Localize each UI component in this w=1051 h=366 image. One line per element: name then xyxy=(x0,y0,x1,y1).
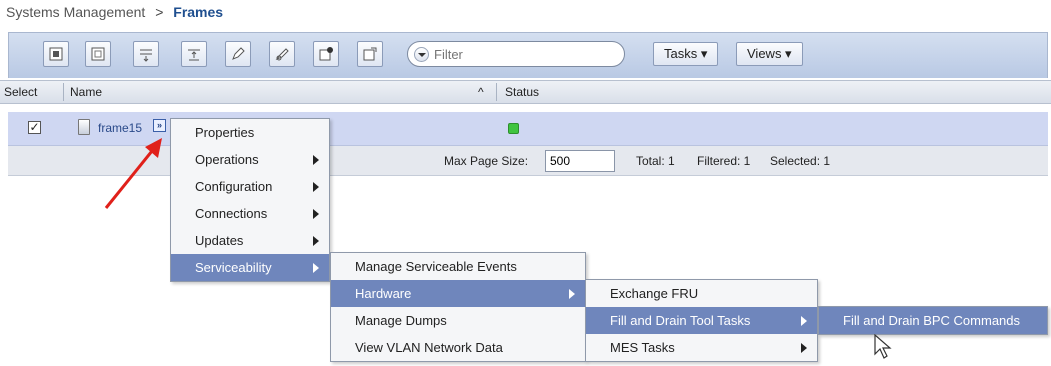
column-divider xyxy=(496,83,497,101)
select-all-icon xyxy=(49,47,63,61)
total-count: Total: 1 xyxy=(636,154,675,168)
menu-item-label: View VLAN Network Data xyxy=(355,340,503,355)
frame-icon xyxy=(78,119,90,135)
menu-item-label: Properties xyxy=(195,125,255,140)
submenu-arrow-icon xyxy=(313,236,319,246)
submenu-arrow-icon xyxy=(569,289,575,299)
context-menu: Properties Operations Configuration Conn… xyxy=(170,118,330,282)
tasks-button[interactable]: Tasks ▾ xyxy=(653,42,719,66)
fill-drain-submenu: Fill and Drain BPC Commands xyxy=(818,306,1048,335)
submenu-arrow-icon xyxy=(801,316,807,326)
clear-button[interactable] xyxy=(269,41,295,67)
filter-settings-icon xyxy=(363,47,377,61)
table-toolbar: Tasks ▾ Views ▾ xyxy=(8,32,1048,78)
header-name[interactable]: Name xyxy=(70,81,102,103)
header-status[interactable]: Status xyxy=(505,81,539,103)
menu-item-hardware[interactable]: Hardware xyxy=(331,280,585,307)
submenu-arrow-icon xyxy=(313,263,319,273)
menu-item-connections[interactable]: Connections xyxy=(171,200,329,227)
column-divider xyxy=(63,83,64,101)
hardware-submenu: Exchange FRU Fill and Drain Tool Tasks M… xyxy=(585,279,818,362)
menu-item-label: Connections xyxy=(195,206,268,221)
sort-indicator-icon[interactable]: ^ xyxy=(478,81,484,103)
collapse-button[interactable] xyxy=(181,41,207,67)
edit-button[interactable] xyxy=(225,41,251,67)
deselect-all-button[interactable] xyxy=(85,41,111,67)
menu-item-configuration[interactable]: Configuration xyxy=(171,173,329,200)
edit-icon xyxy=(232,47,245,60)
filtered-count: Filtered: 1 xyxy=(697,154,751,168)
context-menu-button[interactable]: » xyxy=(153,119,166,132)
menu-item-properties[interactable]: Properties xyxy=(171,119,329,146)
max-page-size-input[interactable] xyxy=(545,150,615,172)
menu-item-label: Hardware xyxy=(355,286,412,301)
submenu-arrow-icon xyxy=(313,155,319,165)
menu-item-label: Configuration xyxy=(195,179,273,194)
breadcrumb-parent[interactable]: Systems Management xyxy=(6,4,145,20)
row-select-checkbox[interactable]: ✓ xyxy=(28,121,41,134)
menu-item-exchange-fru[interactable]: Exchange FRU xyxy=(586,280,817,307)
frame-name-link[interactable]: frame15 xyxy=(98,121,142,135)
expand-button[interactable] xyxy=(133,41,159,67)
filter-box xyxy=(407,41,625,67)
selected-count: Selected: 1 xyxy=(770,154,831,168)
menu-item-serviceability[interactable]: Serviceability xyxy=(171,254,329,281)
filter-settings-button[interactable] xyxy=(357,41,383,67)
submenu-arrow-icon xyxy=(313,182,319,192)
expand-icon xyxy=(140,49,152,62)
menu-item-label: Manage Dumps xyxy=(355,313,447,328)
menu-item-label: Exchange FRU xyxy=(610,286,699,301)
menu-item-mes-tasks[interactable]: MES Tasks xyxy=(586,334,817,361)
config-button[interactable] xyxy=(313,41,339,67)
submenu-arrow-icon xyxy=(313,209,319,219)
menu-item-manage-dumps[interactable]: Manage Dumps xyxy=(331,307,585,334)
views-button[interactable]: Views ▾ xyxy=(736,42,803,66)
filter-input[interactable] xyxy=(434,46,614,63)
table-header: Select Name ^ Status xyxy=(0,80,1051,104)
serviceability-submenu: Manage Serviceable Events Hardware Manag… xyxy=(330,252,586,362)
menu-item-label: Updates xyxy=(195,233,244,248)
annotation-arrow-icon xyxy=(104,138,162,209)
mouse-cursor-icon xyxy=(874,334,892,359)
menu-item-view-vlan-network-data[interactable]: View VLAN Network Data xyxy=(331,334,585,361)
menu-item-manage-serviceable-events[interactable]: Manage Serviceable Events xyxy=(331,253,585,280)
collapse-icon xyxy=(188,49,200,61)
max-page-size-label: Max Page Size: xyxy=(444,154,529,168)
menu-item-label: Fill and Drain Tool Tasks xyxy=(610,313,751,328)
menu-item-operations[interactable]: Operations xyxy=(171,146,329,173)
deselect-all-icon xyxy=(91,47,105,61)
select-all-button[interactable] xyxy=(43,41,69,67)
menu-item-fill-and-drain-bpc-commands[interactable]: Fill and Drain BPC Commands xyxy=(819,307,1047,334)
breadcrumb: Systems Management > Frames xyxy=(6,4,223,20)
filter-dropdown-icon[interactable] xyxy=(414,47,429,62)
breadcrumb-current: Frames xyxy=(173,4,224,20)
menu-item-fill-and-drain-tool-tasks[interactable]: Fill and Drain Tool Tasks xyxy=(586,307,817,334)
header-select[interactable]: Select xyxy=(4,81,37,103)
menu-item-label: Serviceability xyxy=(195,260,272,275)
config-icon xyxy=(319,47,333,61)
menu-item-label: Fill and Drain BPC Commands xyxy=(843,313,1021,328)
menu-item-updates[interactable]: Updates xyxy=(171,227,329,254)
menu-item-label: MES Tasks xyxy=(610,340,675,355)
menu-item-label: Operations xyxy=(195,152,259,167)
clear-icon xyxy=(275,48,289,61)
menu-item-label: Manage Serviceable Events xyxy=(355,259,517,274)
status-ok-icon xyxy=(508,123,519,134)
breadcrumb-separator: > xyxy=(155,4,164,20)
submenu-arrow-icon xyxy=(801,343,807,353)
